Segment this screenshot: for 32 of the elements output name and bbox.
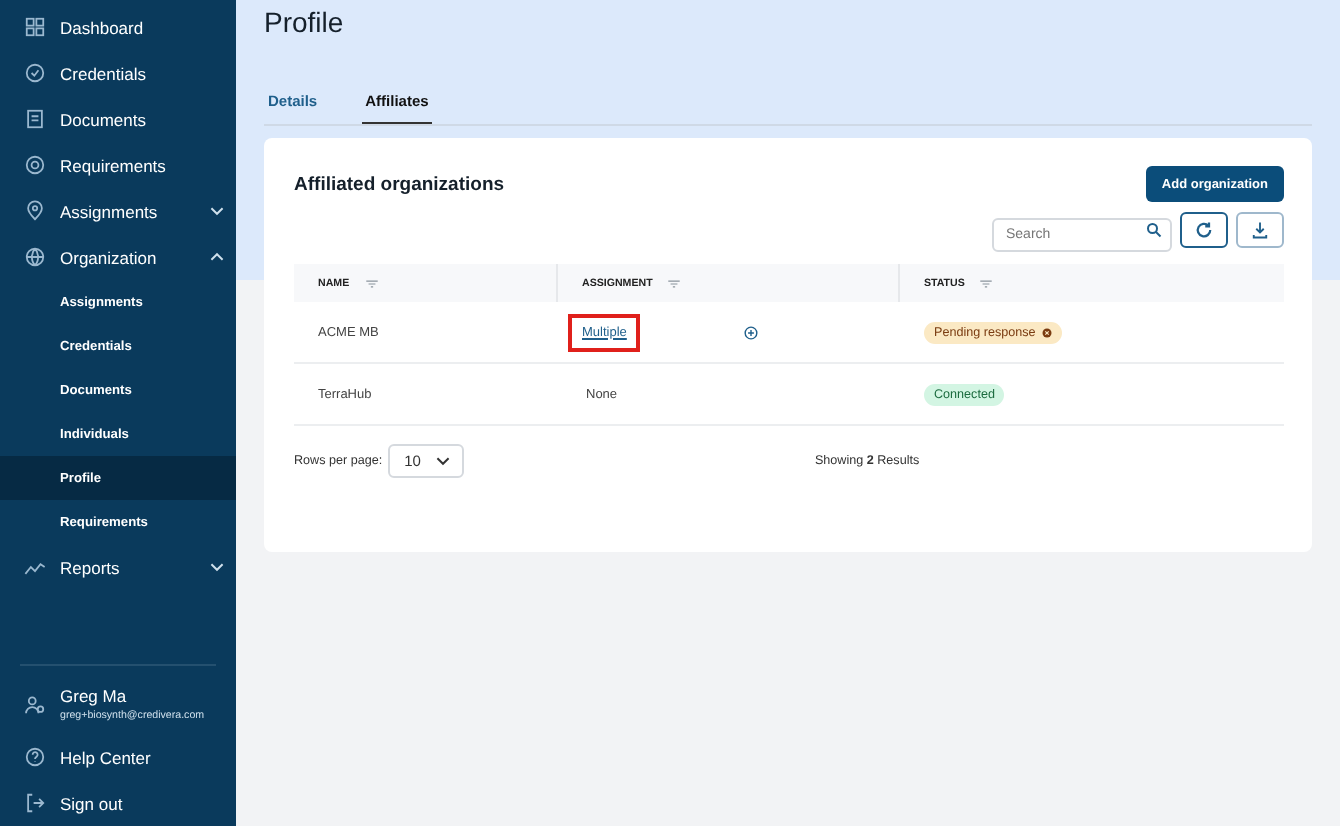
nav-item[interactable]: Assignments (0, 188, 236, 234)
chevron-down-icon (210, 562, 224, 572)
chevron-up-icon (210, 252, 224, 262)
check-circle-icon (24, 62, 46, 84)
location-pin-icon (24, 200, 46, 222)
nav-item[interactable]: Requirements (0, 142, 236, 188)
document-icon (24, 108, 46, 130)
download-button[interactable] (1236, 212, 1284, 248)
page-title: Profile (264, 4, 346, 38)
help-icon (24, 746, 46, 768)
nav-item[interactable]: Documents (0, 96, 236, 142)
nav-item[interactable]: Credentials (0, 50, 236, 96)
grid-icon (24, 16, 46, 38)
card-title: Affiliated organizations (294, 174, 505, 196)
search-icon (1146, 221, 1162, 237)
requirements-icon (24, 154, 46, 176)
nav-item[interactable]: Dashboard (0, 4, 236, 50)
nav-item[interactable]: Sign out (0, 780, 236, 826)
add-circle-icon[interactable] (744, 325, 759, 339)
globe-icon (24, 246, 46, 268)
chevron-down-icon (210, 206, 224, 216)
refresh-icon (1194, 220, 1214, 240)
user-name: Greg Ma (60, 686, 129, 706)
download-icon (1250, 220, 1270, 240)
user-icon (24, 693, 46, 715)
refresh-button[interactable] (1180, 212, 1228, 248)
nav-item[interactable]: Reports (0, 544, 236, 590)
chevron-down-icon (436, 456, 451, 466)
nav-item[interactable]: Organization (0, 234, 236, 280)
nav-item[interactable]: Help Center (0, 734, 236, 780)
cancel-icon[interactable] (1041, 327, 1052, 337)
sign-out-icon (24, 792, 46, 814)
